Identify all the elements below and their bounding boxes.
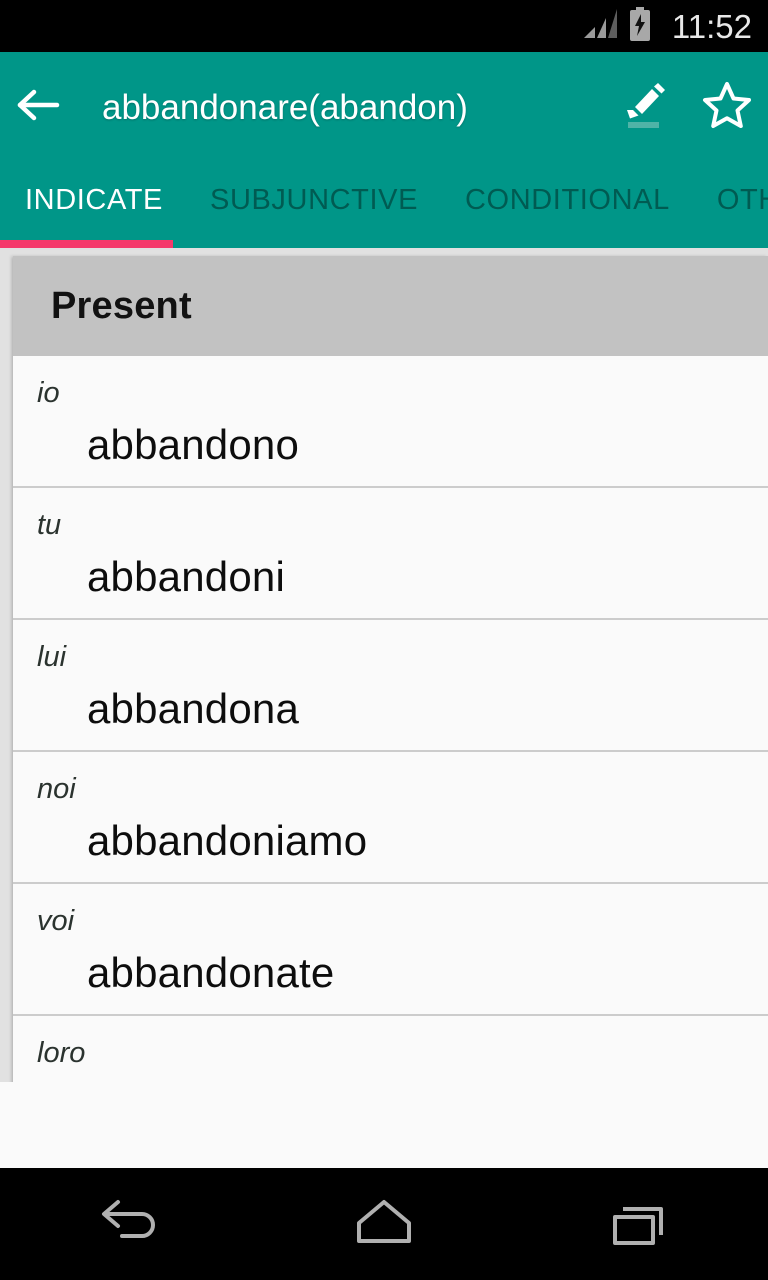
status-time: 11:52 [671, 7, 752, 45]
conjugated-form: abbandoniamo [87, 817, 368, 865]
pronoun-label: lui [37, 641, 67, 674]
conjugated-form: abbandona [87, 685, 300, 733]
tab-bar[interactable]: INDICATE SUBJUNCTIVE CONDITIONAL OTHER [0, 163, 768, 248]
tab-active-indicator [0, 240, 173, 248]
conjugation-card: Present io abbandono tu abbandoni lui ab… [13, 256, 768, 1103]
status-icons: 11:52 [583, 6, 752, 46]
nav-recents-icon [610, 1195, 670, 1254]
pronoun-label: io [37, 377, 60, 409]
status-bar: 11:52 [0, 0, 768, 52]
nav-home-icon [353, 1196, 415, 1253]
pronoun-label: loro [37, 1037, 86, 1070]
card-header: Present [13, 256, 768, 356]
back-button[interactable] [0, 52, 78, 163]
table-row[interactable]: voi abbandonate [13, 884, 768, 1017]
tab-indicate[interactable]: INDICATE [25, 163, 163, 215]
edit-button[interactable] [604, 52, 686, 163]
battery-charging-icon [628, 6, 652, 46]
nav-recents-button[interactable] [550, 1168, 730, 1280]
pronoun-label: tu [37, 509, 62, 542]
tab-conditional[interactable]: CONDITIONAL [465, 163, 670, 215]
phone-screen: 11:52 abbandonare(abandon) INDICATE SUBJ… [0, 0, 768, 1280]
nav-back-button[interactable] [38, 1168, 218, 1280]
table-row[interactable]: noi abbandoniamo [13, 752, 768, 885]
conjugated-form: abbandoni [87, 552, 285, 600]
back-arrow-icon [17, 87, 61, 128]
tab-strip: INDICATE SUBJUNCTIVE CONDITIONAL OTHER [0, 163, 768, 248]
favorite-button[interactable] [686, 52, 768, 163]
pencil-edit-icon [622, 80, 668, 135]
page-title: abbandonare(abandon) [102, 87, 468, 127]
app-bar: abbandonare(abandon) [0, 52, 768, 163]
signal-bars-icon [583, 8, 618, 44]
star-outline-icon [702, 81, 752, 134]
tense-title: Present [51, 284, 192, 327]
tab-other[interactable]: OTHER [717, 163, 768, 215]
nav-back-icon [96, 1194, 160, 1255]
table-row[interactable]: tu abbandoni [13, 488, 768, 621]
table-row[interactable]: lui abbandona [13, 620, 768, 753]
app-bar-actions [604, 52, 768, 163]
navigation-bar [0, 1168, 768, 1280]
tab-subjunctive[interactable]: SUBJUNCTIVE [210, 163, 418, 215]
conjugated-form: abbandonate [87, 949, 335, 997]
pronoun-label: noi [37, 773, 76, 806]
pronoun-label: voi [37, 905, 75, 938]
conjugation-scroll-area[interactable]: Present io abbandono tu abbandoni lui ab… [0, 248, 768, 1200]
conjugated-form: abbandono [87, 420, 300, 468]
nav-home-button[interactable] [294, 1168, 474, 1280]
table-row[interactable]: io abbandono [13, 356, 768, 489]
